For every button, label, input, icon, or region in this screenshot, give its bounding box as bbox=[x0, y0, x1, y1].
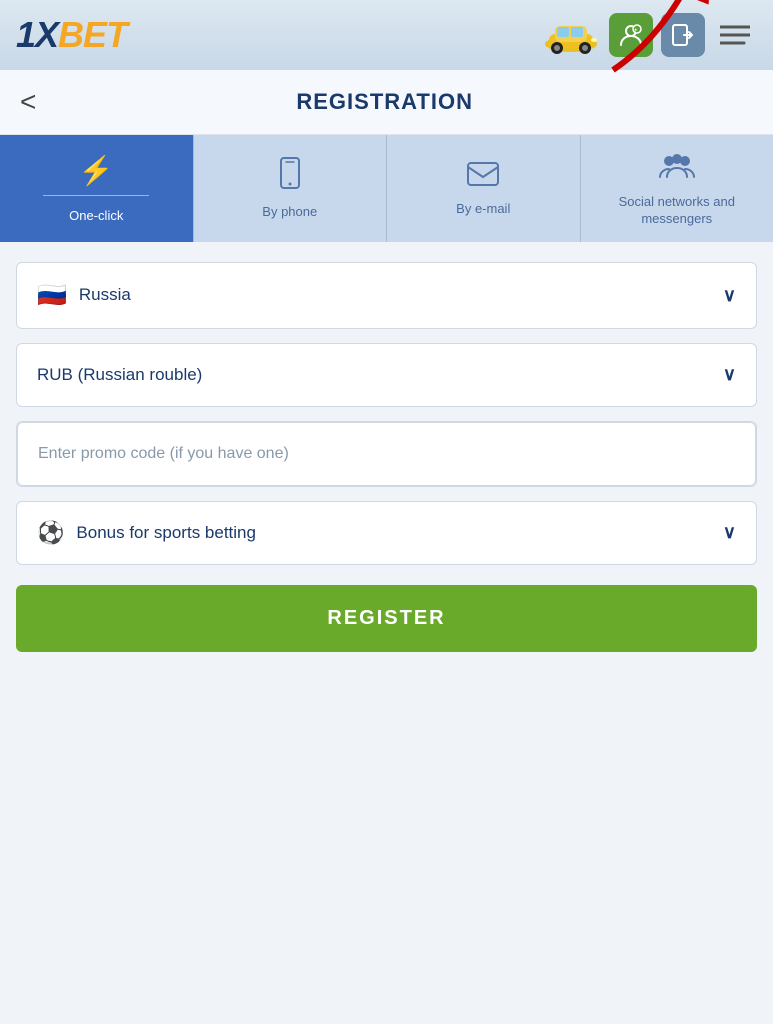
chevron-down-icon-2: ∨ bbox=[723, 364, 736, 385]
tab-by-phone-label: By phone bbox=[262, 204, 317, 221]
back-button[interactable]: < bbox=[20, 88, 36, 116]
bonus-selector-left: ⚽ Bonus for sports betting bbox=[37, 520, 256, 546]
currency-value: RUB (Russian rouble) bbox=[37, 365, 202, 385]
app-header: 1XBET bbox=[0, 0, 773, 70]
currency-selector-left: RUB (Russian rouble) bbox=[37, 365, 202, 385]
tab-social[interactable]: Social networks and messengers bbox=[581, 135, 773, 242]
header-actions: + bbox=[541, 13, 757, 57]
tab-by-phone[interactable]: By phone bbox=[194, 135, 388, 242]
login-button[interactable] bbox=[661, 13, 705, 57]
bonus-label: Bonus for sports betting bbox=[76, 523, 256, 543]
tab-one-click-label: One-click bbox=[69, 208, 123, 225]
registration-tabs: ⚡ One-click By phone By e-mail bbox=[0, 135, 773, 242]
chevron-down-icon-3: ∨ bbox=[723, 522, 736, 543]
country-selector-left: 🇷🇺 Russia bbox=[37, 281, 131, 310]
app-logo: 1XBET bbox=[16, 14, 127, 56]
currency-selector[interactable]: RUB (Russian rouble) ∨ bbox=[16, 343, 757, 407]
bonus-selector[interactable]: ⚽ Bonus for sports betting ∨ bbox=[16, 501, 757, 565]
lightning-icon: ⚡ bbox=[79, 154, 114, 187]
promo-code-input[interactable] bbox=[17, 422, 756, 486]
profile-button[interactable]: + bbox=[609, 13, 653, 57]
registration-form: 🇷🇺 Russia ∨ RUB (Russian rouble) ∨ ⚽ Bon… bbox=[0, 242, 773, 678]
register-button[interactable]: REGISTER bbox=[16, 585, 757, 652]
russia-flag-icon: 🇷🇺 bbox=[37, 281, 67, 310]
promo-code-field[interactable] bbox=[16, 421, 757, 487]
page-title: REGISTRATION bbox=[36, 89, 753, 115]
registration-header: < REGISTRATION bbox=[0, 70, 773, 135]
svg-text:+: + bbox=[634, 28, 638, 34]
tab-by-email[interactable]: By e-mail bbox=[387, 135, 581, 242]
social-icon bbox=[659, 151, 695, 186]
country-value: Russia bbox=[79, 285, 131, 305]
car-promo-image bbox=[541, 14, 601, 56]
chevron-down-icon: ∨ bbox=[723, 285, 736, 306]
soccer-ball-icon: ⚽ bbox=[37, 520, 64, 546]
email-icon bbox=[467, 161, 499, 193]
country-selector[interactable]: 🇷🇺 Russia ∨ bbox=[16, 262, 757, 329]
phone-icon bbox=[278, 157, 302, 196]
tab-social-label: Social networks and messengers bbox=[589, 194, 766, 228]
menu-button[interactable] bbox=[713, 13, 757, 57]
tab-one-click[interactable]: ⚡ One-click bbox=[0, 135, 194, 242]
tab-by-email-label: By e-mail bbox=[456, 201, 510, 218]
